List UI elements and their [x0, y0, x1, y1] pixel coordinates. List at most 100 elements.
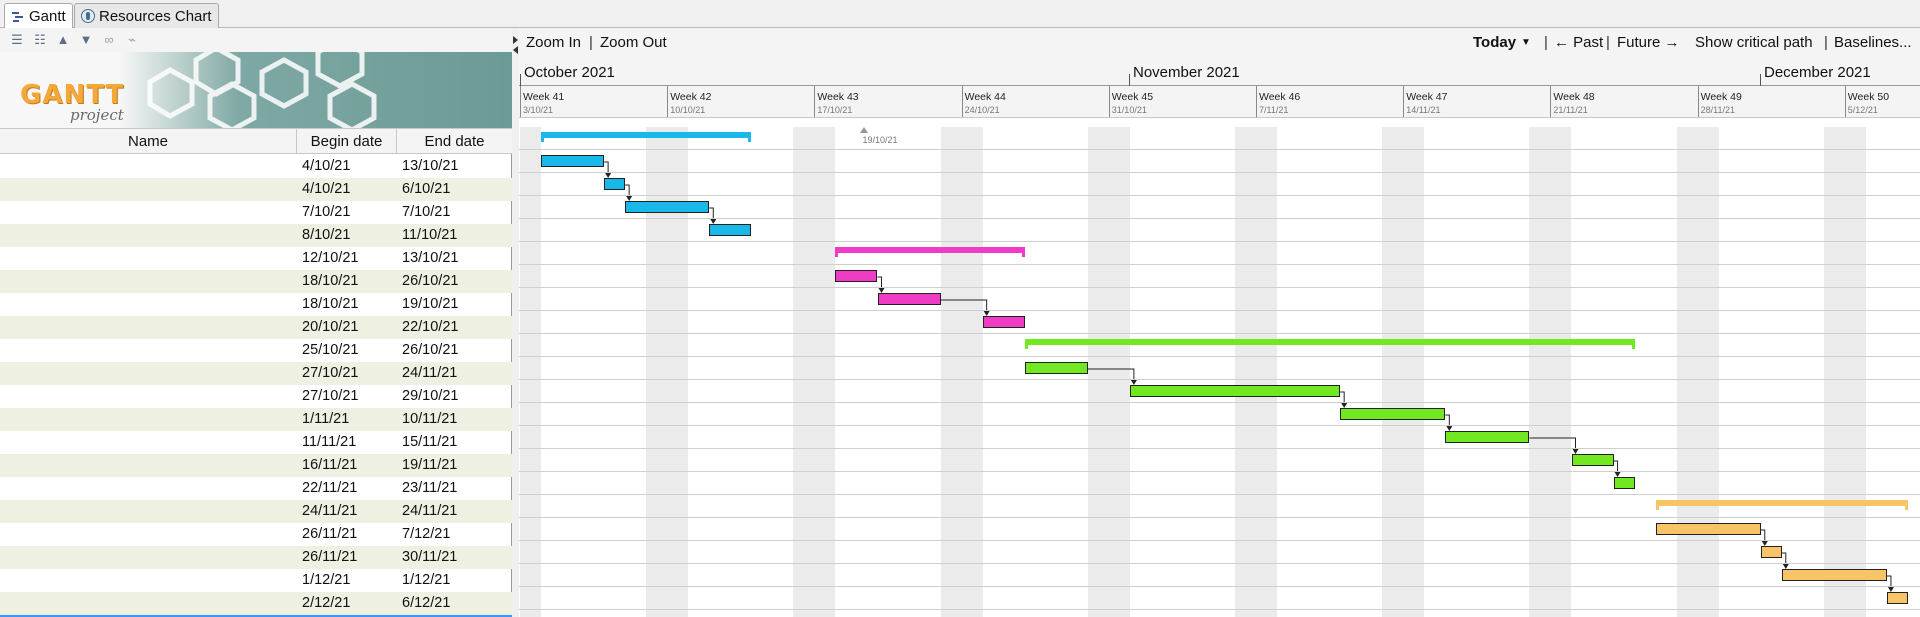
end-date-cell[interactable]: 23/11/21 — [402, 477, 510, 500]
task-bar[interactable] — [982, 316, 1025, 328]
task-row[interactable]: Design System Structure27/10/2129/10/21 — [0, 385, 512, 408]
phase-summary-bar[interactable] — [835, 247, 1025, 257]
task-bar[interactable] — [877, 293, 941, 305]
task-row[interactable]: Develop System Modules16/11/2119/11/21 — [0, 454, 512, 477]
phase-row[interactable]: −Design and Development Phase27/10/2124/… — [0, 362, 512, 385]
task-bar[interactable] — [1129, 385, 1341, 397]
phase-row[interactable]: −Planning Phase4/10/2113/10/21 — [0, 155, 512, 178]
task-bar[interactable] — [835, 270, 878, 282]
task-bar[interactable] — [709, 224, 752, 236]
end-date-cell[interactable]: 1/12/21 — [402, 569, 510, 592]
end-date-cell[interactable]: 11/10/21 — [402, 224, 510, 247]
end-date-cell[interactable]: 13/10/21 — [402, 247, 510, 270]
begin-date-cell[interactable]: 25/10/21 — [302, 339, 397, 362]
begin-date-cell[interactable]: 22/11/21 — [302, 477, 397, 500]
end-date-cell[interactable]: 6/12/21 — [402, 592, 510, 615]
baselines-button[interactable]: Baselines... — [1834, 34, 1912, 51]
begin-date-cell[interactable]: 18/10/21 — [302, 293, 397, 316]
task-row[interactable]: Information Gathering and Resear...18/10… — [0, 293, 512, 316]
begin-date-cell[interactable]: 4/10/21 — [302, 155, 397, 178]
today-button[interactable]: Today — [1473, 34, 1516, 51]
task-row[interactable]: Project Identification and Problems4/10/… — [0, 178, 512, 201]
phase-summary-bar[interactable] — [1024, 339, 1635, 349]
task-row[interactable]: Analyse Bugs1/12/211/12/21 — [0, 569, 512, 592]
today-dropdown-icon[interactable]: ▼ — [1521, 37, 1531, 48]
begin-date-cell[interactable]: 12/10/21 — [302, 247, 397, 270]
task-row[interactable]: Build Interface11/11/2115/11/21 — [0, 431, 512, 454]
unlink-icon[interactable]: ⌁ — [125, 33, 139, 47]
collapse-left-icon[interactable] — [513, 46, 518, 54]
task-row[interactable]: Identify System Solution and Req...25/10… — [0, 339, 512, 362]
end-date-cell[interactable]: 26/10/21 — [402, 270, 510, 293]
tab-resources-chart[interactable]: Resources Chart — [74, 3, 219, 28]
task-row[interactable]: Develop Project Schedule8/10/2111/10/21 — [0, 224, 512, 247]
zoom-out-button[interactable]: Zoom Out — [600, 34, 667, 51]
end-date-cell[interactable]: 13/10/21 — [402, 155, 510, 178]
begin-date-cell[interactable]: 2/12/21 — [302, 592, 397, 615]
task-row[interactable]: Integration of System Modules22/11/2123/… — [0, 477, 512, 500]
task-bar[interactable] — [1571, 454, 1614, 466]
task-row[interactable]: Perform System Testing26/11/2130/11/21 — [0, 546, 512, 569]
end-date-cell[interactable]: 19/11/21 — [402, 454, 510, 477]
task-bar[interactable] — [1445, 431, 1530, 443]
task-row[interactable]: Perform Initial Testing24/11/2124/11/21 — [0, 500, 512, 523]
end-date-cell[interactable]: 7/12/21 — [402, 523, 510, 546]
task-bar[interactable] — [541, 155, 605, 167]
task-bar[interactable] — [1613, 477, 1635, 489]
collapse-right-icon[interactable] — [513, 36, 518, 44]
task-bar[interactable] — [604, 178, 626, 190]
begin-date-cell[interactable]: 27/10/21 — [302, 385, 397, 408]
end-date-cell[interactable]: 15/11/21 — [402, 431, 510, 454]
task-row[interactable]: Design System and Interface1/11/2110/11/… — [0, 408, 512, 431]
begin-date-cell[interactable]: 24/11/21 — [302, 500, 397, 523]
task-bar[interactable] — [1024, 362, 1088, 374]
end-date-cell[interactable]: 29/10/21 — [402, 385, 510, 408]
begin-date-cell[interactable]: 16/11/21 — [302, 454, 397, 477]
task-bar[interactable] — [1886, 592, 1908, 604]
critical-path-button[interactable]: Show critical path — [1695, 34, 1813, 51]
zoom-in-button[interactable]: Zoom In — [526, 34, 581, 51]
phase-summary-bar[interactable] — [541, 132, 752, 142]
column-header-name[interactable]: Name — [0, 129, 297, 154]
task-bar[interactable] — [1760, 546, 1782, 558]
move-down-icon[interactable]: ▼ — [79, 33, 93, 47]
indent-icon[interactable]: ☷ — [33, 33, 47, 47]
begin-date-cell[interactable]: 27/10/21 — [302, 362, 397, 385]
panel-splitter[interactable] — [512, 28, 519, 617]
task-bar[interactable] — [1340, 408, 1446, 420]
begin-date-cell[interactable]: 1/11/21 — [302, 408, 397, 431]
begin-date-cell[interactable]: 4/10/21 — [302, 178, 397, 201]
phase-summary-bar[interactable] — [1655, 500, 1909, 510]
column-header-begin-date[interactable]: Begin date — [297, 129, 397, 154]
task-bar[interactable] — [1655, 523, 1761, 535]
begin-date-cell[interactable]: 26/11/21 — [302, 523, 397, 546]
task-bar[interactable] — [1781, 569, 1887, 581]
end-date-cell[interactable]: 19/10/21 — [402, 293, 510, 316]
end-date-cell[interactable]: 6/10/21 — [402, 178, 510, 201]
end-date-cell[interactable]: 22/10/21 — [402, 316, 510, 339]
move-up-icon[interactable]: ▲ — [56, 33, 70, 47]
begin-date-cell[interactable]: 7/10/21 — [302, 201, 397, 224]
begin-date-cell[interactable]: 11/11/21 — [302, 431, 397, 454]
task-row[interactable]: Fix Bugs and Maintenance2/12/216/12/21 — [0, 592, 512, 615]
column-header-end-date[interactable]: End date — [397, 129, 512, 154]
link-icon[interactable]: ∞ — [102, 33, 116, 47]
future-button[interactable]: Future → — [1617, 34, 1680, 51]
phase-row[interactable]: −Analysis Phase18/10/2126/10/21 — [0, 270, 512, 293]
task-row[interactable]: Organizing Tasks7/10/217/10/21 — [0, 201, 512, 224]
end-date-cell[interactable]: 24/11/21 — [402, 500, 510, 523]
end-date-cell[interactable]: 26/10/21 — [402, 339, 510, 362]
past-button[interactable]: ← Past — [1554, 34, 1603, 51]
task-row[interactable]: Finalize Project Details12/10/2113/10/21 — [0, 247, 512, 270]
begin-date-cell[interactable]: 26/11/21 — [302, 546, 397, 569]
end-date-cell[interactable]: 30/11/21 — [402, 546, 510, 569]
begin-date-cell[interactable]: 20/10/21 — [302, 316, 397, 339]
task-bar[interactable] — [625, 201, 710, 213]
end-date-cell[interactable]: 10/11/21 — [402, 408, 510, 431]
end-date-cell[interactable]: 24/11/21 — [402, 362, 510, 385]
task-row[interactable]: Analyse Problem and Project Proc...20/10… — [0, 316, 512, 339]
tab-gantt[interactable]: Gantt — [4, 3, 73, 29]
end-date-cell[interactable]: 7/10/21 — [402, 201, 510, 224]
begin-date-cell[interactable]: 8/10/21 — [302, 224, 397, 247]
unindent-icon[interactable]: ☰ — [10, 33, 24, 47]
